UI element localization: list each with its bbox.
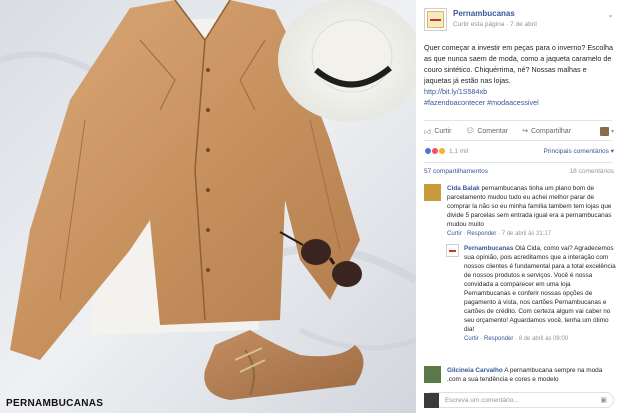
share-button[interactable]: ↪ Compartilhar (522, 127, 572, 136)
comment-date[interactable]: 7 de abril às 21:17 (502, 231, 551, 237)
avatar (424, 393, 439, 408)
comment-reply-link[interactable]: Responder (484, 336, 513, 342)
thumbs-up-icon: 👍︎ (424, 128, 432, 136)
comment-label: Comentar (477, 127, 509, 135)
post-message: Quer começar a investir em peças para o … (424, 43, 613, 85)
page-name-link[interactable]: Pernambucanas (453, 9, 515, 18)
like-page-link[interactable]: Curtir esta página (453, 21, 504, 28)
comment-sort-dropdown[interactable]: Principais comentários ▾ (544, 147, 614, 155)
post-hashtags[interactable]: #fazendoacontecer #modaacessivel (424, 97, 614, 108)
camera-icon[interactable]: ▣ (600, 396, 607, 404)
comment-reply: Pernambucanas Olá Cida, como vai? Agrade… (446, 244, 616, 344)
avatar[interactable] (424, 366, 441, 383)
share-icon: ↪ (522, 128, 528, 135)
page-avatar[interactable] (424, 8, 447, 31)
avatar[interactable] (599, 126, 609, 136)
shares-count-link[interactable]: 57 compartilhamentos (424, 168, 488, 178)
comment-item: Cida Balak pernambucanas tinha um plano … (424, 184, 614, 239)
avatar[interactable] (446, 244, 459, 257)
post-date[interactable]: 7 de abril (510, 21, 537, 28)
caret-down-icon[interactable]: ▾ (611, 128, 614, 135)
comment-reply-link[interactable]: Responder (467, 231, 496, 237)
chevron-down-icon[interactable]: ⌄ (607, 10, 614, 19)
divider (424, 162, 612, 163)
like-button[interactable]: 👍︎ Curtir (424, 127, 451, 136)
comment-input[interactable]: Escreva um comentário... ▣ (424, 392, 614, 408)
comment-meta: Curtir · Responder · 7 de abril às 21:17 (447, 231, 552, 237)
comment-icon: 💬︎ (465, 128, 475, 135)
comment-author[interactable]: Cida Balak (447, 185, 480, 192)
comment-like-link[interactable]: Curtir (464, 336, 479, 342)
divider (424, 140, 612, 141)
post-photo[interactable]: PERNAMBUCANAS (0, 0, 416, 413)
post-subline: Curtir esta página · 7 de abril (453, 21, 537, 28)
comment-meta: Curtir · Responder · 8 de abril às 09:00 (464, 336, 569, 342)
comment-body: Pernambucanas Olá Cida, como vai? Agrade… (464, 244, 616, 344)
comment-author[interactable]: Gilcineia Carvalho (447, 367, 503, 374)
post-counts: 57 compartilhamentos 18 comentários (424, 168, 614, 178)
like-label: Curtir (434, 127, 452, 135)
reactions-bar: 1,1 mil Principais comentários ▾ (424, 144, 614, 158)
comments-count[interactable]: 18 comentários (570, 168, 614, 178)
comment-like-link[interactable]: Curtir (447, 231, 462, 237)
photo-illustration (0, 0, 416, 413)
pernambucanas-logo-icon (427, 11, 444, 28)
comment-body: Gilcineia Carvalho A pernambucana sempre… (447, 366, 614, 384)
comment-input-placeholder: Escreva um comentário... (445, 396, 519, 404)
comment-body: Cida Balak pernambucanas tinha um plano … (447, 184, 614, 239)
comment-item: Gilcineia Carvalho A pernambucana sempre… (424, 366, 614, 384)
comment-date[interactable]: 8 de abril às 09:00 (519, 336, 568, 342)
wow-reaction-icon[interactable] (438, 147, 446, 155)
post-header: Pernambucanas Curtir esta página · 7 de … (424, 8, 614, 34)
post-actions: 👍︎ Curtir 💬︎ Comentar ↪ Compartilhar ▾ (424, 124, 614, 138)
comment-author[interactable]: Pernambucanas (464, 245, 513, 252)
photo-watermark: PERNAMBUCANAS (6, 398, 104, 409)
reaction-count[interactable]: 1,1 mil (449, 148, 468, 155)
post-side-panel: Pernambucanas Curtir esta página · 7 de … (416, 0, 620, 413)
avatar[interactable] (424, 184, 441, 201)
comment-button[interactable]: 💬︎ Comentar (465, 127, 509, 136)
share-label: Compartilhar (530, 127, 572, 135)
post-body: Quer começar a investir em peças para o … (424, 42, 614, 108)
divider (424, 120, 612, 121)
post-short-link[interactable]: http://bit.ly/1S584xb (424, 86, 614, 97)
comment-text: Olá Cida, como vai? Agradecemos sua opin… (464, 245, 616, 333)
